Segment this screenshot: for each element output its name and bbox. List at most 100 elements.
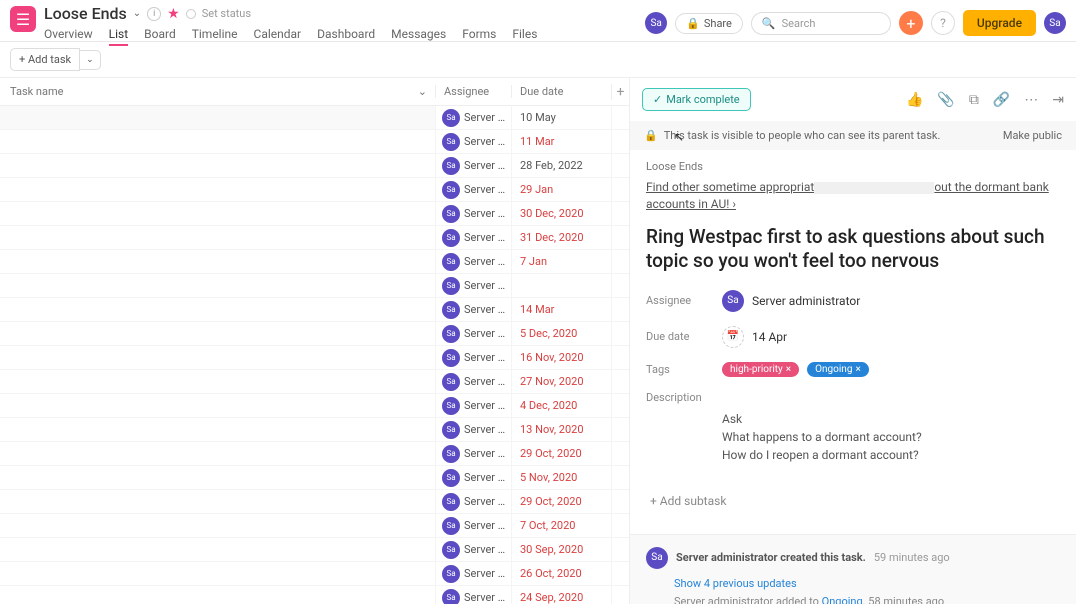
tab-overview[interactable]: Overview bbox=[44, 27, 93, 46]
cell-due[interactable]: 30 Dec, 2020 bbox=[511, 202, 611, 225]
cell-due[interactable]: 14 Mar bbox=[511, 298, 611, 321]
cell-assignee[interactable]: SaServer admi... bbox=[435, 538, 511, 561]
table-row[interactable]: SaServer admi... 7 Oct, 2020 bbox=[0, 514, 629, 538]
add-button[interactable]: + bbox=[899, 11, 923, 35]
cell-assignee[interactable]: SaServer admi... bbox=[435, 586, 511, 604]
link-icon[interactable]: 🔗 bbox=[993, 92, 1010, 108]
table-row[interactable]: SaServer admi... 7 Jan bbox=[0, 250, 629, 274]
attachment-icon[interactable]: 📎 bbox=[937, 92, 954, 108]
table-row[interactable]: SaServer admi... 31 Dec, 2020 bbox=[0, 226, 629, 250]
tab-timeline[interactable]: Timeline bbox=[192, 27, 238, 46]
breadcrumb[interactable]: Loose Ends bbox=[646, 160, 1060, 173]
show-previous-link[interactable]: Show 4 previous updates bbox=[674, 577, 1060, 590]
table-row[interactable]: SaServer admi... 14 Mar bbox=[0, 298, 629, 322]
table-row[interactable]: SaServer admi... bbox=[0, 274, 629, 298]
cell-assignee[interactable]: SaServer admi... bbox=[435, 106, 511, 129]
cell-due[interactable]: 31 Dec, 2020 bbox=[511, 226, 611, 249]
project-title[interactable]: Loose Ends bbox=[44, 4, 127, 23]
task-title[interactable]: Ring Westpac first to ask questions abou… bbox=[646, 225, 1060, 274]
tag[interactable]: Ongoing × bbox=[807, 362, 869, 377]
cell-assignee[interactable]: SaServer admi... bbox=[435, 394, 511, 417]
set-status-button[interactable]: Set status bbox=[202, 7, 251, 20]
table-row[interactable]: SaServer admi... 29 Oct, 2020 bbox=[0, 442, 629, 466]
cell-due[interactable]: 5 Dec, 2020 bbox=[511, 322, 611, 345]
project-icon[interactable]: ☰ bbox=[10, 6, 36, 32]
table-row[interactable]: SaServer admi... 30 Dec, 2020 bbox=[0, 202, 629, 226]
table-row[interactable]: SaServer admi... 30 Sep, 2020 bbox=[0, 538, 629, 562]
table-row[interactable]: SaServer admi... 26 Oct, 2020 bbox=[0, 562, 629, 586]
close-pane-icon[interactable]: ⇥ bbox=[1052, 92, 1064, 108]
table-row[interactable]: SaServer admi... 24 Sep, 2020 bbox=[0, 586, 629, 604]
cell-assignee[interactable]: SaServer admi... bbox=[435, 130, 511, 153]
table-row[interactable]: SaServer admi... 11 Mar bbox=[0, 130, 629, 154]
cell-assignee[interactable]: SaServer admi... bbox=[435, 562, 511, 585]
cell-due[interactable]: 16 Nov, 2020 bbox=[511, 346, 611, 369]
table-row[interactable]: SaServer admi... 27 Nov, 2020 bbox=[0, 370, 629, 394]
col-name-header[interactable]: Task name⌄ bbox=[0, 85, 435, 98]
cell-due[interactable]: 29 Oct, 2020 bbox=[511, 490, 611, 513]
cell-due[interactable]: 10 May bbox=[511, 106, 611, 129]
cell-due[interactable]: 30 Sep, 2020 bbox=[511, 538, 611, 561]
cell-assignee[interactable]: SaServer admi... bbox=[435, 514, 511, 537]
col-assignee-header[interactable]: Assignee bbox=[435, 85, 511, 98]
cell-assignee[interactable]: SaServer admi... bbox=[435, 346, 511, 369]
make-public-button[interactable]: Make public bbox=[1003, 129, 1062, 142]
user-avatar[interactable]: Sa bbox=[645, 12, 667, 34]
assignee-value[interactable]: SaServer administrator bbox=[722, 290, 860, 312]
table-row[interactable]: SaServer admi... 13 Nov, 2020 bbox=[0, 418, 629, 442]
upgrade-button[interactable]: Upgrade bbox=[963, 10, 1036, 36]
cell-assignee[interactable]: SaServer admi... bbox=[435, 274, 511, 297]
cell-assignee[interactable]: SaServer admi... bbox=[435, 202, 511, 225]
parent-task-link[interactable]: Find other sometime appropriatout the do… bbox=[646, 179, 1060, 213]
table-row[interactable]: SaServer admi... 16 Nov, 2020 bbox=[0, 346, 629, 370]
tab-files[interactable]: Files bbox=[512, 27, 537, 46]
table-row[interactable]: SaServer admi... 5 Nov, 2020 bbox=[0, 466, 629, 490]
tab-messages[interactable]: Messages bbox=[391, 27, 446, 46]
description-text[interactable]: AskWhat happens to a dormant account?How… bbox=[722, 410, 1060, 464]
search-input[interactable]: 🔍 Search bbox=[751, 12, 891, 35]
chevron-down-icon[interactable]: ⌄ bbox=[133, 8, 141, 19]
table-row[interactable]: SaServer admi... 5 Dec, 2020 bbox=[0, 322, 629, 346]
cell-due[interactable]: 29 Jan bbox=[511, 178, 611, 201]
cell-assignee[interactable]: SaServer admi... bbox=[435, 490, 511, 513]
star-icon[interactable]: ★ bbox=[167, 6, 180, 22]
add-task-button[interactable]: + Add task bbox=[10, 48, 80, 71]
cell-assignee[interactable]: SaServer admi... bbox=[435, 298, 511, 321]
cell-due[interactable]: 7 Oct, 2020 bbox=[511, 514, 611, 537]
tab-dashboard[interactable]: Dashboard bbox=[317, 27, 375, 46]
like-icon[interactable]: 👍 bbox=[906, 92, 923, 108]
cell-assignee[interactable]: SaServer admi... bbox=[435, 226, 511, 249]
tab-calendar[interactable]: Calendar bbox=[254, 27, 302, 46]
add-column-button[interactable]: + bbox=[611, 84, 629, 100]
cell-due[interactable]: 27 Nov, 2020 bbox=[511, 370, 611, 393]
table-row[interactable]: SaServer admi... 4 Dec, 2020 bbox=[0, 394, 629, 418]
mark-complete-button[interactable]: ✓ Mark complete bbox=[642, 88, 751, 111]
cell-due[interactable]: 28 Feb, 2022 bbox=[511, 154, 611, 177]
table-row[interactable]: SaServer admi... 29 Jan bbox=[0, 178, 629, 202]
remove-tag-icon[interactable]: × bbox=[855, 364, 860, 375]
due-date-value[interactable]: 📅14 Apr bbox=[722, 326, 787, 348]
add-task-chevron[interactable]: ⌄ bbox=[80, 50, 101, 70]
add-subtask-button[interactable]: + Add subtask bbox=[650, 494, 1060, 508]
cell-assignee[interactable]: SaServer admi... bbox=[435, 442, 511, 465]
tab-board[interactable]: Board bbox=[144, 27, 176, 46]
help-button[interactable]: ? bbox=[931, 11, 955, 35]
tab-forms[interactable]: Forms bbox=[462, 27, 496, 46]
col-duedate-header[interactable]: Due date bbox=[511, 85, 611, 98]
subtask-icon[interactable]: ⧉ bbox=[969, 92, 979, 108]
remove-tag-icon[interactable]: × bbox=[786, 364, 791, 375]
cell-name[interactable] bbox=[0, 106, 435, 129]
info-icon[interactable]: i bbox=[147, 7, 161, 21]
cell-due[interactable]: 26 Oct, 2020 bbox=[511, 562, 611, 585]
table-row[interactable]: SaServer admi... 10 May bbox=[0, 106, 629, 130]
cell-assignee[interactable]: SaServer admi... bbox=[435, 250, 511, 273]
chevron-down-icon[interactable]: ⌄ bbox=[418, 85, 427, 98]
cell-assignee[interactable]: SaServer admi... bbox=[435, 178, 511, 201]
cell-due[interactable]: 5 Nov, 2020 bbox=[511, 466, 611, 489]
cell-due[interactable]: 4 Dec, 2020 bbox=[511, 394, 611, 417]
profile-avatar[interactable]: Sa bbox=[1044, 12, 1066, 34]
more-icon[interactable]: ⋯ bbox=[1024, 92, 1038, 108]
cell-assignee[interactable]: SaServer admi... bbox=[435, 418, 511, 441]
cell-assignee[interactable]: SaServer admi... bbox=[435, 154, 511, 177]
tag[interactable]: high-priority × bbox=[722, 362, 799, 377]
